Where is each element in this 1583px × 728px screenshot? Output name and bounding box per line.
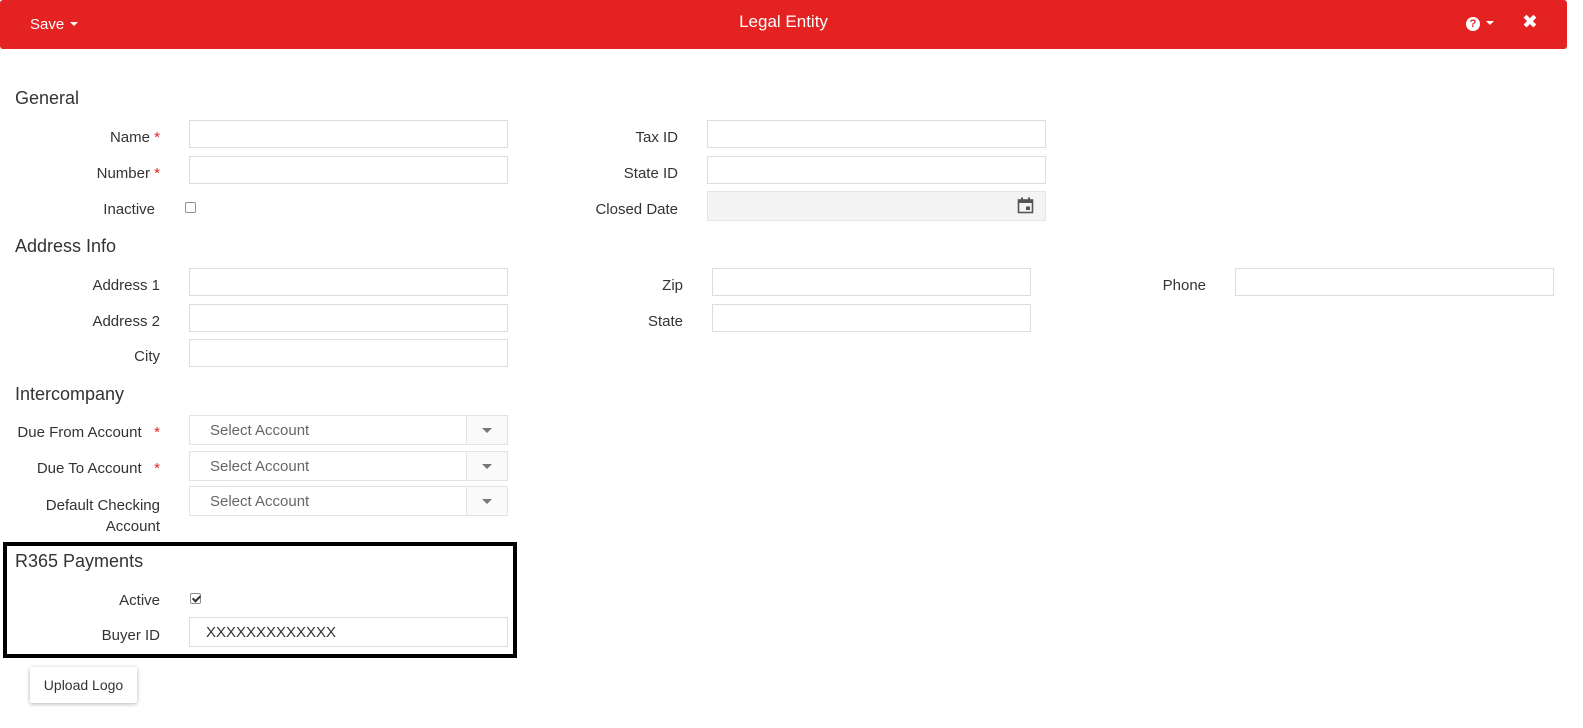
state-label: State [647, 313, 683, 330]
calendar-icon[interactable] [1017, 197, 1034, 214]
state-id-input[interactable] [707, 156, 1046, 184]
default-checking-label: Default Checking Account [45, 497, 160, 535]
city-input[interactable] [189, 339, 508, 367]
closed-date-label: Closed Date [595, 201, 678, 218]
chevron-down-icon [482, 498, 492, 504]
name-input[interactable] [189, 120, 508, 148]
city-label: City [134, 348, 160, 365]
phone-label: Phone [1162, 277, 1206, 294]
inactive-label: Inactive [103, 201, 155, 218]
chevron-down-icon [1486, 21, 1494, 26]
chevron-down-icon [482, 463, 492, 469]
payments-section-title: R365 Payments [15, 551, 144, 571]
due-to-select-value: Select Account [210, 458, 310, 475]
number-label: Number * [96, 165, 160, 182]
tax-id-label: Tax ID [635, 129, 678, 146]
address-section-title: Address Info [15, 236, 117, 256]
upload-logo-button[interactable]: Upload Logo [30, 667, 137, 703]
help-button[interactable]: ? [1466, 15, 1494, 32]
general-section-title: General [15, 88, 80, 108]
default-checking-dropdown-button[interactable] [466, 487, 507, 515]
page-title: Legal Entity [739, 12, 828, 31]
chevron-down-icon [482, 427, 492, 433]
zip-label: Zip [662, 277, 683, 294]
close-icon[interactable]: ✖ [1522, 11, 1538, 34]
active-checkbox[interactable] [190, 593, 201, 604]
state-id-label: State ID [623, 165, 678, 182]
name-label: Name * [109, 129, 160, 146]
due-to-dropdown-button[interactable] [466, 452, 507, 480]
address2-label: Address 2 [92, 313, 160, 330]
buyer-id-label: Buyer ID [101, 627, 160, 644]
due-from-select-value: Select Account [210, 422, 310, 439]
due-to-label: Due To Account * [36, 460, 160, 477]
header-bar: Save Legal Entity ? ✖ [0, 0, 1567, 49]
phone-input[interactable] [1235, 268, 1554, 296]
due-from-dropdown-button[interactable] [466, 416, 507, 444]
number-input[interactable] [189, 156, 508, 184]
closed-date-input[interactable] [707, 191, 1046, 221]
address1-input[interactable] [189, 268, 508, 296]
due-to-select[interactable]: Select Account [189, 451, 508, 481]
active-label: Active [119, 592, 160, 609]
due-from-label: Due From Account * [17, 424, 160, 441]
zip-input[interactable] [712, 268, 1031, 296]
address2-input[interactable] [189, 304, 508, 332]
buyer-id-input[interactable] [189, 617, 508, 647]
tax-id-input[interactable] [707, 120, 1046, 148]
address1-label: Address 1 [92, 277, 160, 294]
due-from-select[interactable]: Select Account [189, 415, 508, 445]
help-icon: ? [1466, 17, 1480, 32]
inactive-checkbox[interactable] [185, 202, 196, 213]
state-input[interactable] [712, 304, 1031, 332]
default-checking-select-value: Select Account [210, 493, 310, 510]
default-checking-select[interactable]: Select Account [189, 486, 508, 516]
intercompany-section-title: Intercompany [15, 384, 125, 404]
